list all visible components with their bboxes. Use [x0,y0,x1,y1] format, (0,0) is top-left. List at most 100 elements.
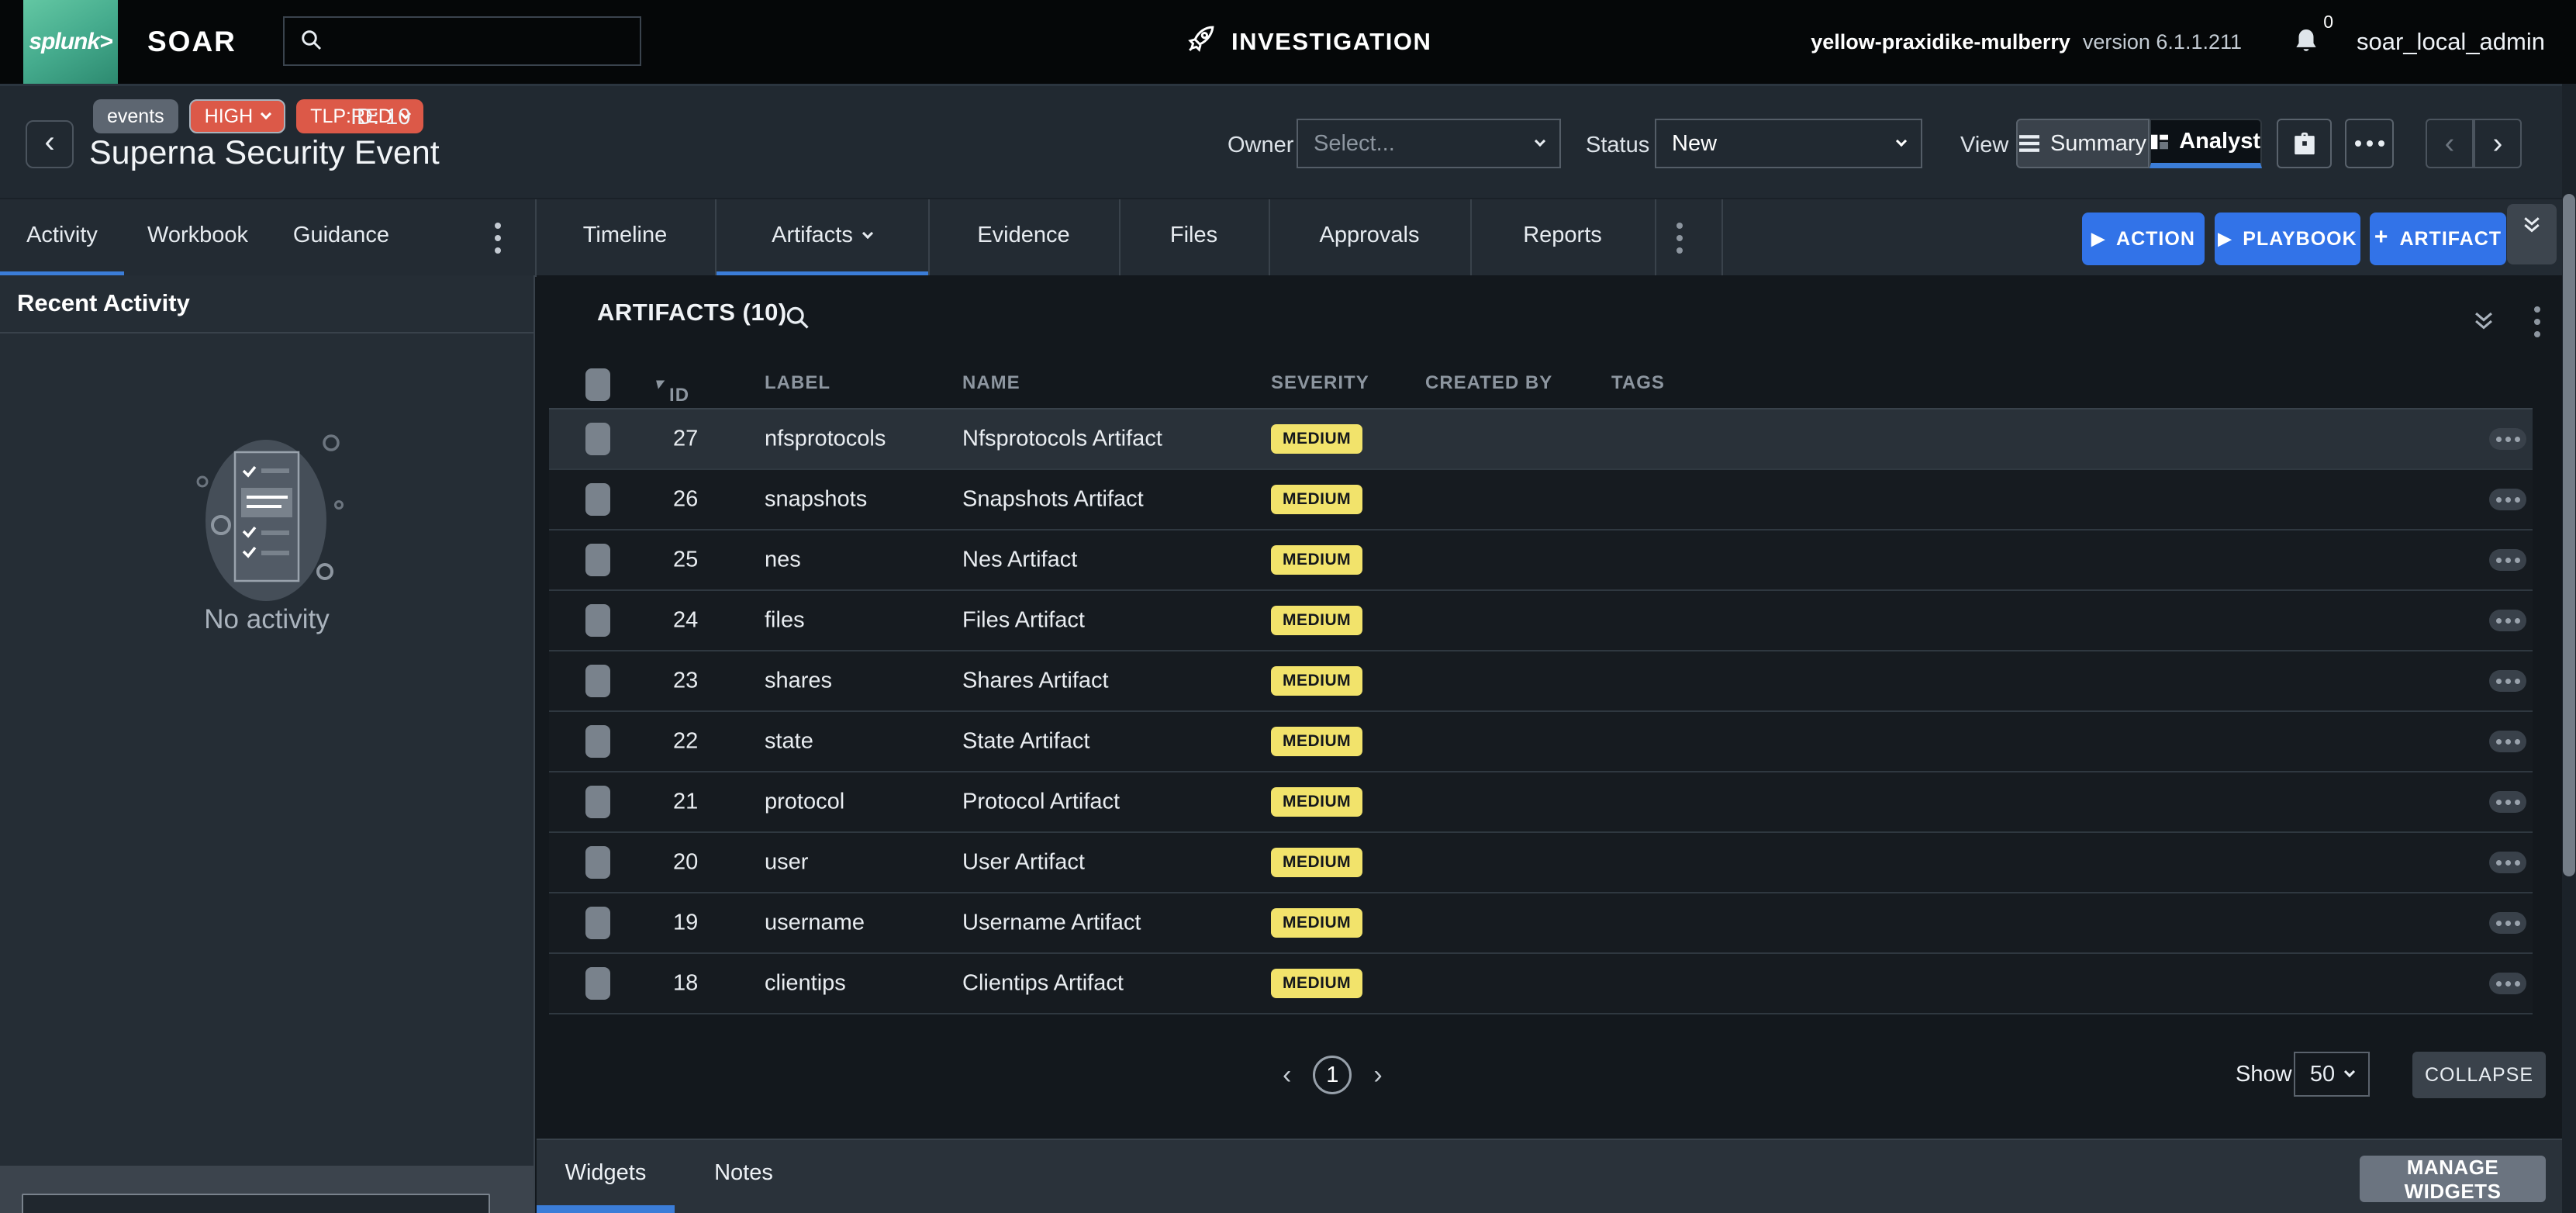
row-actions-button[interactable] [2489,670,2526,692]
search-icon [783,303,811,331]
row-actions-button[interactable] [2489,610,2526,631]
collapse-button[interactable]: COLLAPSE [2412,1052,2546,1098]
global-search[interactable] [283,16,641,66]
activity-note-input[interactable] [22,1194,490,1213]
view-analyst-button[interactable]: Analyst [2150,119,2262,168]
table-row[interactable]: 20 user User Artifact MEDIUM [549,833,2533,893]
table-row[interactable]: 27 nfsprotocols Nfsprotocols Artifact ME… [549,410,2533,470]
next-event-button[interactable]: › [2474,119,2522,168]
tab-notes[interactable]: Notes [675,1140,813,1205]
row-checkbox[interactable] [585,665,610,697]
view-summary-button[interactable]: Summary [2016,119,2150,168]
add-artifact-button[interactable]: + ARTIFACT [2370,213,2506,265]
column-header-created-by[interactable]: CREATED BY [1425,372,1552,394]
row-actions-button[interactable] [2489,428,2526,450]
row-checkbox[interactable] [585,967,610,1000]
row-checkbox[interactable] [585,423,610,455]
status-select[interactable]: New [1655,119,1922,168]
ellipsis-icon [2355,140,2384,147]
scrollbar-thumb[interactable] [2563,194,2575,876]
row-checkbox[interactable] [585,544,610,576]
prev-event-button[interactable]: ‹ [2426,119,2474,168]
column-header-id[interactable]: ▾ID [654,372,669,394]
tab-timeline[interactable]: Timeline [535,199,715,271]
row-actions-button[interactable] [2489,489,2526,510]
page-1-button[interactable]: 1 [1313,1056,1352,1094]
page-size-select[interactable]: 50 [2294,1052,2370,1097]
tab-files[interactable]: Files [1119,199,1269,271]
notifications-button[interactable]: 0 [2291,24,2322,60]
column-header-severity[interactable]: SEVERITY [1271,372,1369,394]
row-checkbox[interactable] [585,483,610,516]
run-playbook-button[interactable]: ▶ PLAYBOOK [2215,213,2360,265]
artifact-id: 20 [673,850,698,876]
tab-evidence[interactable]: Evidence [928,199,1119,271]
double-chevron-down-icon [2520,213,2543,237]
collapse-all-rows-button[interactable] [2469,308,2498,338]
table-row[interactable]: 26 snapshots Snapshots Artifact MEDIUM [549,470,2533,530]
evidence-case-button[interactable] [2277,119,2332,168]
back-button[interactable]: ‹ [26,120,74,168]
artifacts-menu-button[interactable] [2522,303,2553,340]
row-actions-button[interactable] [2489,973,2526,994]
tab-guidance[interactable]: Guidance [271,199,411,271]
select-all-checkbox[interactable] [585,368,610,401]
row-actions-button[interactable] [2489,852,2526,873]
column-header-label[interactable]: LABEL [765,372,830,394]
artifact-label: state [765,729,813,755]
row-actions-button[interactable] [2489,549,2526,571]
user-menu[interactable]: soar_local_admin [2357,28,2545,56]
divider [1655,199,1656,277]
row-checkbox[interactable] [585,725,610,758]
artifacts-search-button[interactable] [783,303,811,335]
severity-badge: MEDIUM [1271,606,1362,635]
more-options-button[interactable] [2345,119,2394,168]
row-actions-button[interactable] [2489,731,2526,752]
artifact-name: User Artifact [962,850,1085,876]
view-label: View [1960,133,2008,158]
severity-badge: MEDIUM [1271,666,1362,696]
splunk-logo[interactable]: splunk> [23,0,118,84]
table-row[interactable]: 25 nes Nes Artifact MEDIUM [549,530,2533,591]
owner-value: Select... [1314,131,1395,157]
search-input[interactable] [334,29,626,54]
severity-dropdown[interactable]: HIGH [189,99,286,133]
table-row[interactable]: 24 files Files Artifact MEDIUM [549,591,2533,651]
run-action-button[interactable]: ▶ ACTION [2082,213,2205,265]
left-tabs-menu[interactable] [482,219,513,257]
column-header-tags[interactable]: TAGS [1611,372,1665,394]
table-row[interactable]: 18 clientips Clientips Artifact MEDIUM [549,954,2533,1014]
next-page-button[interactable]: › [1373,1060,1382,1090]
artifact-label: shares [765,669,832,694]
artifact-name: State Artifact [962,729,1089,755]
table-row[interactable]: 23 shares Shares Artifact MEDIUM [549,651,2533,712]
row-checkbox[interactable] [585,907,610,939]
tab-approvals[interactable]: Approvals [1269,199,1470,271]
play-icon: ▶ [2091,229,2105,249]
tab-widgets[interactable]: Widgets [537,1140,675,1205]
row-actions-button[interactable] [2489,912,2526,934]
row-actions-button[interactable] [2489,791,2526,813]
status-value: New [1672,131,1717,157]
table-row[interactable]: 21 protocol Protocol Artifact MEDIUM [549,772,2533,833]
owner-select[interactable]: Select... [1297,119,1561,168]
column-header-name[interactable]: NAME [962,372,1020,394]
tab-workbook[interactable]: Workbook [124,199,271,271]
prev-page-button[interactable]: ‹ [1283,1060,1291,1090]
row-checkbox[interactable] [585,786,610,818]
severity-value: HIGH [205,105,254,128]
tab-artifacts[interactable]: Artifacts [715,199,928,271]
briefcase-icon [2291,131,2318,156]
manage-widgets-button[interactable]: MANAGE WIDGETS [2360,1156,2546,1202]
right-tabs-menu[interactable] [1664,219,1695,257]
artifact-id: 26 [673,487,698,513]
table-row[interactable]: 19 username Username Artifact MEDIUM [549,893,2533,954]
tab-reports[interactable]: Reports [1470,199,1655,271]
tab-activity[interactable]: Activity [0,199,124,271]
table-row[interactable]: 22 state State Artifact MEDIUM [549,712,2533,772]
collapse-toolbar-button[interactable] [2507,204,2557,264]
artifact-id: 19 [673,911,698,936]
artifact-name: Files Artifact [962,608,1085,634]
row-checkbox[interactable] [585,846,610,879]
row-checkbox[interactable] [585,604,610,637]
